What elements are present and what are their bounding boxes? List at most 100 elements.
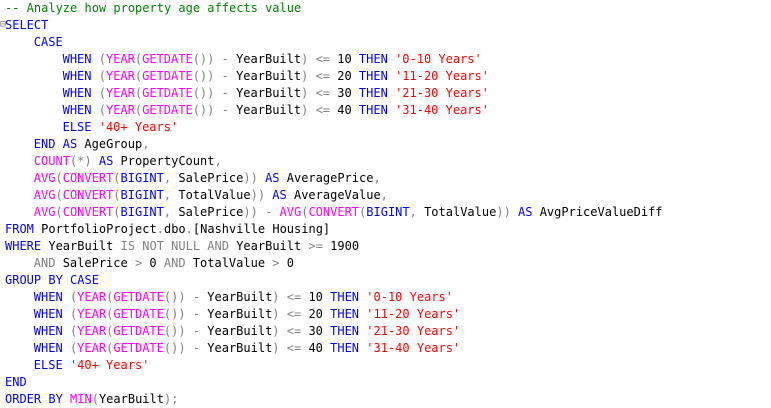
operator-token: )) [243,205,258,219]
identifier-token: 10 [301,290,331,304]
code-line: CASE [34,34,63,50]
operator-token: <= [315,69,331,83]
function-token: YEAR [105,69,135,83]
string-token: '21-30 Years' [366,324,461,338]
operator-token: ()) [163,341,186,355]
identifier-token [92,69,99,83]
operator-token: <= [286,341,302,355]
code-line: AVG(CONVERT(BIGINT, SalePrice)) - AVG(CO… [34,204,663,220]
function-token: YEAR [105,52,135,66]
identifier-token [511,205,518,219]
identifier-token: YearBuilt [228,103,302,117]
identifier-token: YearBuilt [228,239,309,253]
identifier-token [214,69,221,83]
identifier-token: TotalValue [416,205,497,219]
keyword-token: END [5,375,27,389]
identifier-token: PropertyCount [113,154,215,168]
identifier-token [55,137,62,151]
function-token: CONVERT [62,188,114,202]
identifier-token [92,52,99,66]
identifier-token [280,341,287,355]
string-token: '11-20 Years' [366,307,461,321]
keyword-token: ORDER BY [5,392,63,406]
identifier-token [92,103,99,117]
function-token: YEAR [77,290,107,304]
keyword-token: WHEN [62,69,92,83]
keyword-token: WHEN [62,103,92,117]
keyword-token: BIGINT [120,171,164,185]
identifier-token: dbo [163,222,186,236]
identifier-token [92,154,99,168]
identifier-token [388,69,395,83]
string-token: '21-30 Years' [395,86,489,100]
identifier-token: YearBuilt [200,324,273,338]
identifier-token [214,52,221,66]
operator-token: IS NOT NULL AND [120,239,229,253]
keyword-token: THEN [358,103,388,117]
code-line: WHEN (YEAR(GETDATE()) - YearBuilt) <= 10… [34,289,453,305]
operator-token: ( [98,52,106,66]
keyword-token: ELSE [62,120,92,134]
operator-token: <= [286,290,302,304]
identifier-token [388,86,395,100]
keyword-token: THEN [330,324,360,338]
function-token: COUNT [33,154,70,168]
identifier-token [388,103,395,117]
code-line: WHEN (YEAR(GETDATE()) - YearBuilt) <= 40… [34,340,460,356]
identifier-token: YearBuilt [200,341,273,355]
operator-token: ( [98,69,106,83]
operator-token: > [272,256,280,270]
operator-token: ()) [192,86,215,100]
operator-token: ( [91,392,99,406]
string-token: '0-10 Years' [366,290,453,304]
code-line: -- Analyze how property age affects valu… [5,0,301,16]
string-token: '40+ Years' [98,120,179,134]
identifier-token [258,171,265,185]
identifier-token [63,324,70,338]
code-line: END AS AgeGroup, [34,136,150,152]
code-line: WHEN (YEAR(GETDATE()) - YearBuilt) <= 40… [63,102,489,118]
keyword-token: WHEN [62,86,92,100]
sql-code-editor[interactable]: -- Analyze how property age affects valu… [0,0,771,408]
keyword-token: WHEN [33,324,63,338]
code-line: WHEN (YEAR(GETDATE()) - YearBuilt) <= 30… [34,323,460,339]
keyword-token: GROUP BY CASE [5,273,99,287]
identifier-token [308,52,315,66]
operator-token: - [192,324,201,338]
identifier-token: 40 [330,103,359,117]
function-token: YEAR [77,324,107,338]
keyword-token: AS [98,154,114,168]
identifier-token: [Nashville Housing] [192,222,331,236]
identifier-token: 40 [301,341,331,355]
identifier-token: 0 [142,256,164,270]
identifier-token: YearBuilt [228,69,302,83]
identifier-token: SalePrice [171,205,244,219]
keyword-token: AS [272,188,287,202]
string-token: '11-20 Years' [395,69,489,83]
code-line: WHEN (YEAR(GETDATE()) - YearBuilt) <= 20… [63,68,489,84]
operator-token: AND [163,256,186,270]
operator-token: . [185,222,193,236]
identifier-token: PortfolioProject [33,222,157,236]
operator-token: , [142,137,150,151]
identifier-token: 20 [330,69,359,83]
operator-token: ( [98,103,106,117]
identifier-token [186,290,193,304]
identifier-token: YearBuilt [200,290,273,304]
operator-token: ()) [163,324,186,338]
function-token: CONVERT [308,205,360,219]
keyword-token: SELECT [5,18,49,32]
identifier-token: TotalValue [171,188,251,202]
operator-token: , [214,154,222,168]
identifier-token [214,86,221,100]
operator-token: - [192,341,201,355]
operator-token: <= [315,86,331,100]
operator-token: )) [496,205,511,219]
keyword-token: BIGINT [120,188,164,202]
identifier-token [63,307,70,321]
keyword-token: THEN [358,86,388,100]
operator-token: <= [286,307,302,321]
function-token: GETDATE [113,341,164,355]
operator-token: ) [272,307,280,321]
keyword-token: WHEN [33,341,63,355]
